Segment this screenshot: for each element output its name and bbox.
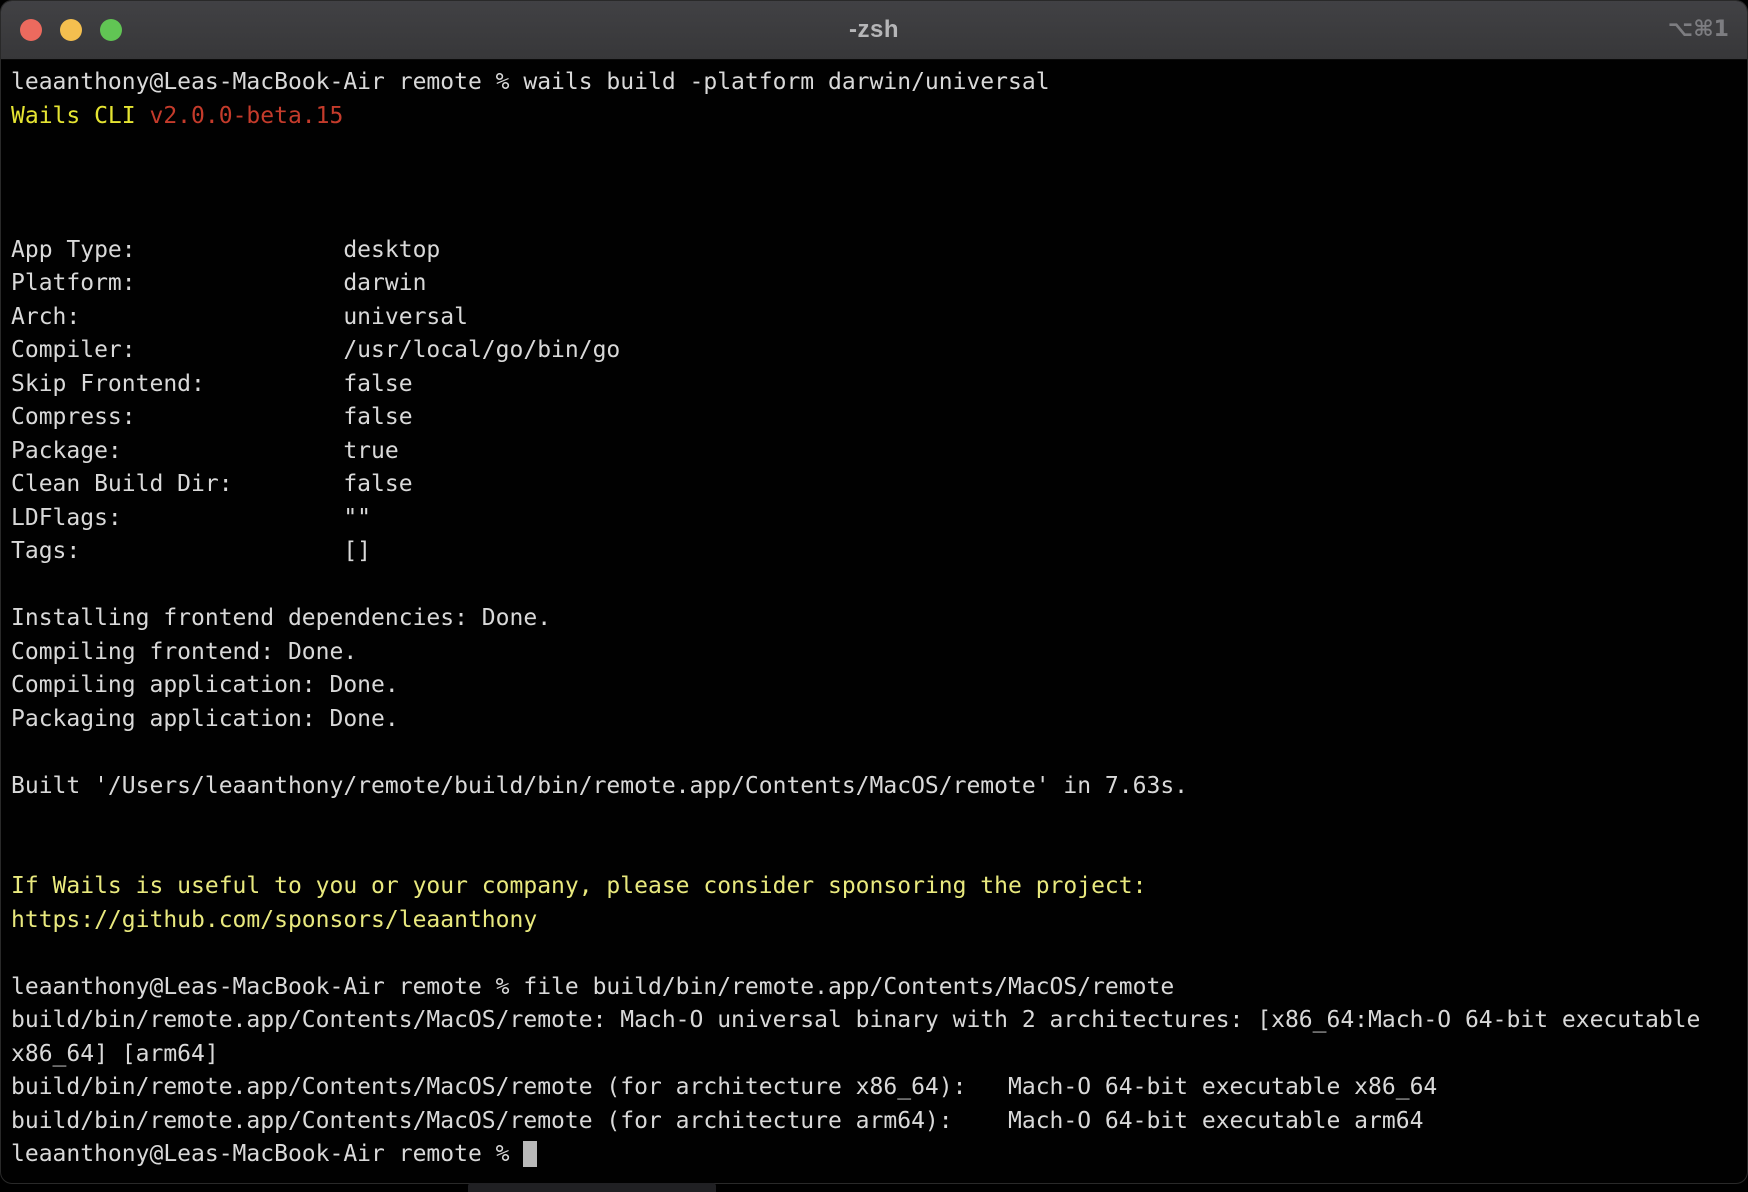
terminal-text-segment: leaanthony@Leas-MacBook-Air remote % fil…: [11, 974, 1174, 1000]
terminal-line: Arch: universal: [11, 301, 1737, 335]
traffic-lights: [20, 1, 122, 59]
terminal-line: Wails CLI v2.0.0-beta.15: [11, 100, 1737, 134]
title-bar[interactable]: -zsh ⌥⌘1: [1, 1, 1747, 60]
terminal-line: build/bin/remote.app/Contents/MacOS/remo…: [11, 1071, 1737, 1105]
terminal-line: Compiling application: Done.: [11, 669, 1737, 703]
terminal-output[interactable]: leaanthony@Leas-MacBook-Air remote % wai…: [1, 60, 1747, 1172]
minimize-button[interactable]: [60, 19, 82, 41]
terminal-text-segment: Compress: false: [11, 404, 413, 430]
terminal-text-segment: Platform: darwin: [11, 270, 426, 296]
terminal-text-segment: Package: true: [11, 438, 399, 464]
zoom-button[interactable]: [100, 19, 122, 41]
terminal-line: [11, 937, 1737, 971]
terminal-text-segment: Wails CLI: [11, 103, 149, 129]
terminal-text-segment: leaanthony@Leas-MacBook-Air remote % wai…: [11, 69, 1050, 95]
terminal-line: [11, 569, 1737, 603]
terminal-line: https://github.com/sponsors/leaanthony: [11, 904, 1737, 938]
terminal-text-segment: build/bin/remote.app/Contents/MacOS/remo…: [11, 1074, 1437, 1100]
terminal-line: App Type: desktop: [11, 234, 1737, 268]
terminal-text-segment: Compiler: /usr/local/go/bin/go: [11, 337, 620, 363]
terminal-line: [11, 837, 1737, 871]
terminal-text-segment: Tags: []: [11, 538, 371, 564]
terminal-line: build/bin/remote.app/Contents/MacOS/remo…: [11, 1105, 1737, 1139]
terminal-line: leaanthony@Leas-MacBook-Air remote %: [11, 1138, 1737, 1172]
terminal-text-segment: Arch: universal: [11, 304, 468, 330]
terminal-text-segment: Skip Frontend: false: [11, 371, 413, 397]
terminal-line: If Wails is useful to you or your compan…: [11, 870, 1737, 904]
terminal-line: leaanthony@Leas-MacBook-Air remote % fil…: [11, 971, 1737, 1005]
terminal-text-segment: x86_64] [arm64]: [11, 1041, 219, 1067]
terminal-text-segment: build/bin/remote.app/Contents/MacOS/remo…: [11, 1108, 1423, 1134]
terminal-text-segment: Built '/Users/leaanthony/remote/build/bi…: [11, 773, 1188, 799]
close-button[interactable]: [20, 19, 42, 41]
terminal-text-segment: Compiling application: Done.: [11, 672, 399, 698]
terminal-text-segment: If Wails is useful to you or your compan…: [11, 873, 1146, 899]
terminal-line: [11, 200, 1737, 234]
terminal-line: [11, 167, 1737, 201]
terminal-line: build/bin/remote.app/Contents/MacOS/remo…: [11, 1004, 1737, 1038]
window-title: -zsh: [849, 16, 899, 44]
terminal-line: Skip Frontend: false: [11, 368, 1737, 402]
terminal-line: Compress: false: [11, 401, 1737, 435]
terminal-line: Built '/Users/leaanthony/remote/build/bi…: [11, 770, 1737, 804]
terminal-line: Package: true: [11, 435, 1737, 469]
terminal-line: [11, 803, 1737, 837]
terminal-text-segment: build/bin/remote.app/Contents/MacOS/remo…: [11, 1007, 1700, 1033]
terminal-text-segment: Clean Build Dir: false: [11, 471, 413, 497]
terminal-text-segment: Compiling frontend: Done.: [11, 639, 357, 665]
terminal-line: Compiler: /usr/local/go/bin/go: [11, 334, 1737, 368]
terminal-line: [11, 133, 1737, 167]
terminal-line: Packaging application: Done.: [11, 703, 1737, 737]
terminal-text-segment: Installing frontend dependencies: Done.: [11, 605, 551, 631]
terminal-window: -zsh ⌥⌘1 leaanthony@Leas-MacBook-Air rem…: [0, 0, 1748, 1184]
terminal-text-segment: App Type: desktop: [11, 237, 440, 263]
tab-shortcut-label: ⌥⌘1: [1668, 17, 1729, 42]
terminal-text-segment: v2.0.0-beta.15: [149, 103, 343, 129]
terminal-line: Tags: []: [11, 535, 1737, 569]
terminal-line: Installing frontend dependencies: Done.: [11, 602, 1737, 636]
terminal-line: Clean Build Dir: false: [11, 468, 1737, 502]
terminal-text-segment: LDFlags: "": [11, 505, 371, 531]
background-window-sliver: [468, 1183, 716, 1192]
terminal-line: x86_64] [arm64]: [11, 1038, 1737, 1072]
terminal-line: Platform: darwin: [11, 267, 1737, 301]
terminal-text-segment: Packaging application: Done.: [11, 706, 399, 732]
text-cursor: [523, 1141, 537, 1167]
terminal-text-segment: https://github.com/sponsors/leaanthony: [11, 907, 537, 933]
terminal-line: Compiling frontend: Done.: [11, 636, 1737, 670]
terminal-line: [11, 736, 1737, 770]
terminal-line: LDFlags: "": [11, 502, 1737, 536]
terminal-text-segment: leaanthony@Leas-MacBook-Air remote %: [11, 1141, 523, 1167]
terminal-line: leaanthony@Leas-MacBook-Air remote % wai…: [11, 66, 1737, 100]
